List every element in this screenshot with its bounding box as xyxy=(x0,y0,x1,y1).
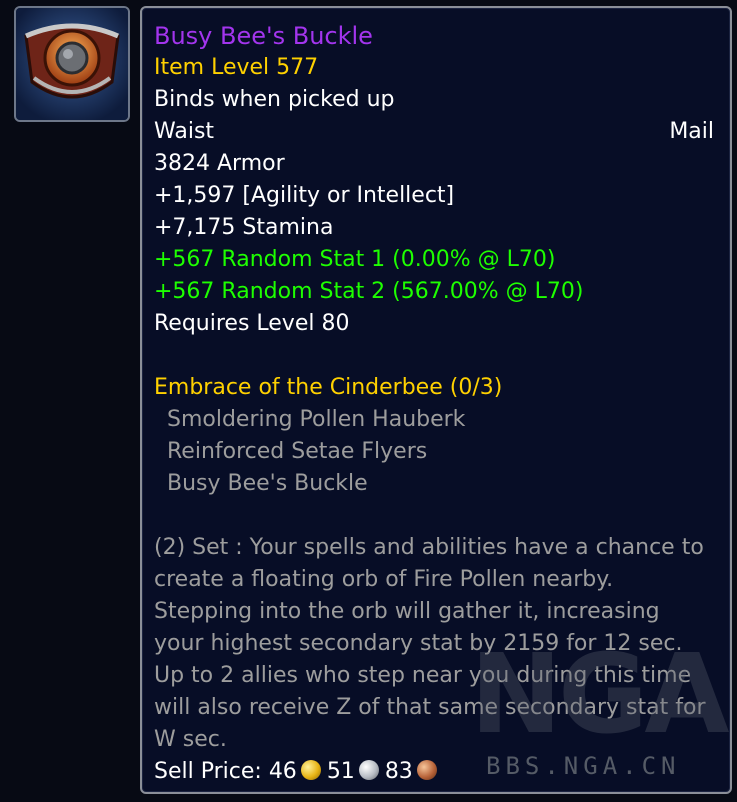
armor-value: 3824 Armor xyxy=(154,151,285,176)
set-bonus-description: (2) Set : Your spells and abilities have… xyxy=(154,535,706,752)
sell-price-label: Sell Price: xyxy=(154,759,262,784)
watermark-url: BBS.NGA.CN xyxy=(486,752,681,780)
gold-coin-icon xyxy=(300,760,321,780)
item-icon xyxy=(14,6,130,122)
binding-text: Binds when picked up xyxy=(154,87,395,112)
gold-amount: 46 xyxy=(268,759,297,784)
silver-amount: 51 xyxy=(326,759,355,784)
random-stat-1: +567 Random Stat 1 (0.00% @ L70) xyxy=(154,247,556,272)
copper-coin-icon xyxy=(416,760,437,780)
item-tooltip: Busy Bee's Buckle Item Level 577 Binds w… xyxy=(140,6,732,794)
set-title: Embrace of the Cinderbee (0/3) xyxy=(154,375,503,400)
random-stat-2: +567 Random Stat 2 (567.00% @ L70) xyxy=(154,279,584,304)
copper-amount: 83 xyxy=(384,759,413,784)
silver-coin-icon xyxy=(358,760,379,780)
item-name: Busy Bee's Buckle xyxy=(154,22,373,50)
primary-stat: +1,597 [Agility or Intellect] xyxy=(154,183,455,208)
armor-type-text: Mail xyxy=(669,119,714,144)
set-item: Smoldering Pollen Hauberk xyxy=(167,407,466,432)
belt-buckle-icon xyxy=(16,8,128,120)
item-level: Item Level 577 xyxy=(154,55,319,80)
slot-row: Waist Mail xyxy=(154,116,714,148)
set-item: Reinforced Setae Flyers xyxy=(167,439,428,464)
set-item: Busy Bee's Buckle xyxy=(167,471,368,496)
stamina-stat: +7,175 Stamina xyxy=(154,215,334,240)
slot-text: Waist xyxy=(154,119,215,144)
required-level: Requires Level 80 xyxy=(154,311,350,336)
